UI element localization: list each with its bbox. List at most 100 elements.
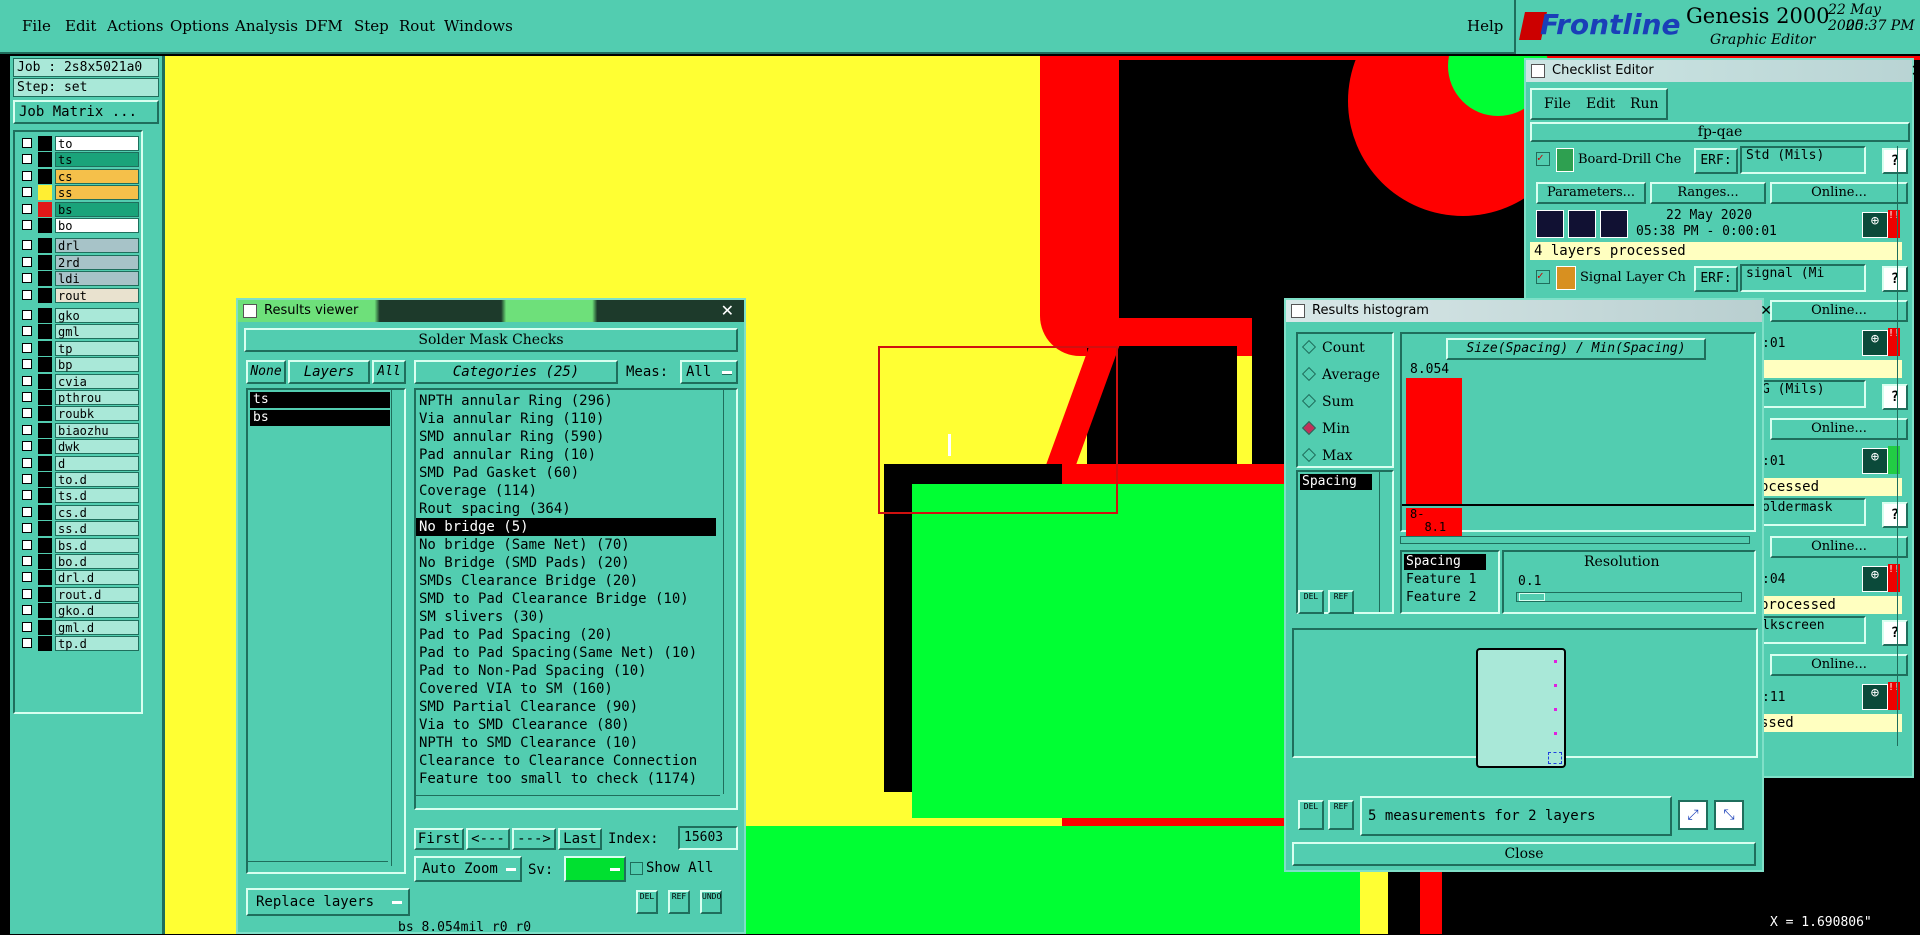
layer-row-tp-d[interactable]: tp.d	[19, 636, 141, 651]
category-item[interactable]: Pad to Pad Spacing(Same Net) (10)	[416, 644, 716, 662]
checklist-titlebar[interactable]: Checklist Editor ✕	[1526, 60, 1920, 82]
layer-name[interactable]: ss.d	[55, 521, 139, 537]
resolution-slider[interactable]	[1516, 592, 1742, 602]
nav-next-button[interactable]: --->	[512, 828, 556, 850]
zoom-icon[interactable]: ⊕	[1862, 684, 1888, 710]
layer-checkbox[interactable]	[22, 256, 32, 267]
layers-hscrollbar[interactable]	[248, 861, 388, 872]
run-icon[interactable]	[1568, 210, 1596, 238]
feature-list-item[interactable]: Spacing	[1404, 554, 1486, 570]
layer-row-drl[interactable]: drl	[19, 238, 141, 254]
layer-name[interactable]: to.d	[55, 472, 139, 487]
layer-row-bp[interactable]: bp	[19, 357, 141, 373]
auto-zoom-select[interactable]: Auto Zoom	[414, 856, 522, 882]
layer-row-ldi[interactable]: ldi	[19, 271, 141, 287]
zoom-icon[interactable]: ⊕	[1862, 330, 1888, 356]
layer-name[interactable]: drl.d	[55, 570, 139, 586]
layer-checkbox[interactable]	[22, 273, 32, 284]
layer-checkbox[interactable]	[22, 138, 32, 148]
layer-name[interactable]: gml.d	[55, 619, 139, 635]
category-item[interactable]: Covered VIA to SM (160)	[416, 680, 716, 698]
check2-online-button[interactable]: Online...	[1770, 300, 1908, 322]
layer-name[interactable]: tp	[55, 340, 139, 356]
layer-checkbox[interactable]	[22, 375, 32, 386]
results-viewer-titlebar[interactable]: Results viewer ✕	[238, 300, 744, 322]
layer-checkbox[interactable]	[22, 490, 32, 501]
window-menu-icon[interactable]	[243, 304, 257, 318]
histogram-hscrollbar[interactable]	[1400, 536, 1750, 544]
layer-name[interactable]: ldi	[55, 271, 139, 287]
checklist-menu-file[interactable]: File	[1544, 96, 1571, 112]
check2-checkbox[interactable]: ✓	[1536, 270, 1550, 284]
histogram-list-item[interactable]: Spacing	[1300, 474, 1372, 490]
menu-rout[interactable]: Rout	[399, 17, 435, 35]
check1-checkbox[interactable]: ✓	[1536, 152, 1550, 166]
category-item[interactable]: SM slivers (30)	[416, 608, 716, 626]
close-icon[interactable]: ✕	[1760, 300, 1772, 322]
category-item[interactable]: SMDs Clearance Bridge (20)	[416, 572, 716, 590]
layer-row-to[interactable]: to	[19, 136, 141, 151]
layer-row-2rd[interactable]: 2rd	[19, 254, 141, 270]
layer-row-roubk[interactable]: roubk	[19, 406, 141, 422]
layer-checkbox[interactable]	[22, 310, 32, 320]
nav-last-button[interactable]: Last	[558, 828, 602, 850]
category-item[interactable]: Pad to Non-Pad Spacing (10)	[416, 662, 716, 680]
layer-row-drl-d[interactable]: drl.d	[19, 570, 141, 586]
layer-row-rout-d[interactable]: rout.d	[19, 586, 141, 602]
category-item[interactable]: SMD Pad Gasket (60)	[416, 464, 716, 482]
category-item[interactable]: Pad annular Ring (10)	[416, 446, 716, 464]
layer-name[interactable]: cs	[55, 168, 139, 184]
checklist-menu-run[interactable]: Run	[1630, 96, 1659, 112]
layer-checkbox[interactable]	[22, 621, 32, 632]
layer-row-gko-d[interactable]: gko.d	[19, 603, 141, 619]
layer-name[interactable]: cvia	[55, 373, 139, 389]
menu-actions[interactable]: Actions	[107, 17, 163, 35]
layer-checkbox[interactable]	[22, 474, 32, 484]
histogram-ref-button[interactable]: REF	[1328, 590, 1354, 614]
layer-name[interactable]: pthrou	[55, 390, 139, 405]
category-item[interactable]: No bridge (Same Net) (70)	[416, 536, 716, 554]
layer-row-pthrou[interactable]: pthrou	[19, 390, 141, 405]
layer-list-item[interactable]: ts	[250, 392, 390, 408]
layer-name[interactable]: 2rd	[55, 254, 139, 270]
layer-checkbox[interactable]	[22, 572, 32, 583]
layer-name[interactable]: bo	[55, 218, 139, 233]
close-icon[interactable]: ✕	[721, 300, 734, 322]
category-item[interactable]: Pad to Pad Spacing (20)	[416, 626, 716, 644]
layer-name[interactable]: drl	[55, 238, 139, 254]
close-icon[interactable]: ✕	[1911, 60, 1920, 82]
layer-name[interactable]: dwk	[55, 439, 139, 455]
nav-prev-button[interactable]: <---	[466, 828, 510, 850]
layers-none-button[interactable]: None	[246, 360, 286, 384]
feature-list-item[interactable]: Feature 2	[1404, 590, 1476, 606]
category-item[interactable]: Via to SMD Clearance (80)	[416, 716, 716, 734]
category-item[interactable]: No bridge (5)	[416, 518, 716, 536]
category-item[interactable]: Coverage (114)	[416, 482, 716, 500]
mode-radio-max[interactable]: Max	[1301, 447, 1353, 464]
layer-row-dwk[interactable]: dwk	[19, 439, 141, 455]
histogram-del-button[interactable]: DEL	[1298, 590, 1324, 614]
layer-row-rout[interactable]: rout	[19, 287, 141, 303]
layer-checkbox[interactable]	[22, 588, 32, 599]
feature-list-item[interactable]: Feature 1	[1404, 572, 1476, 588]
category-item[interactable]: No Bridge (SMD Pads) (20)	[416, 554, 716, 572]
check3-param-field[interactable]: G (Mils)	[1756, 380, 1866, 408]
check1-zoom-icon[interactable]: ⊕	[1862, 212, 1888, 238]
layer-row-bo-d[interactable]: bo.d	[19, 554, 141, 569]
categories-listbox[interactable]: NPTH annular Ring (296) Via annular Ring …	[414, 388, 738, 810]
category-item[interactable]: Feature too small to check (1174)	[416, 770, 716, 788]
zoom-icon[interactable]: ⊕	[1862, 448, 1888, 474]
menu-help[interactable]: Help	[1467, 17, 1503, 35]
check2-label[interactable]: Signal Layer Ch	[1580, 270, 1686, 285]
layer-checkbox[interactable]	[22, 408, 32, 419]
index-input[interactable]: 15603	[678, 826, 738, 850]
category-item[interactable]: Rout spacing (364)	[416, 500, 716, 518]
undo-button[interactable]: UNDO	[700, 890, 722, 914]
layer-checkbox[interactable]	[22, 457, 32, 468]
preview-del-button[interactable]: DEL	[1298, 800, 1324, 830]
check1-erf-button[interactable]: ERF:	[1694, 148, 1738, 174]
layer-checkbox[interactable]	[22, 556, 32, 566]
menu-dfm[interactable]: DFM	[305, 17, 343, 35]
replace-layers-select[interactable]: Replace layers	[246, 888, 410, 916]
layer-checkbox[interactable]	[22, 441, 32, 452]
